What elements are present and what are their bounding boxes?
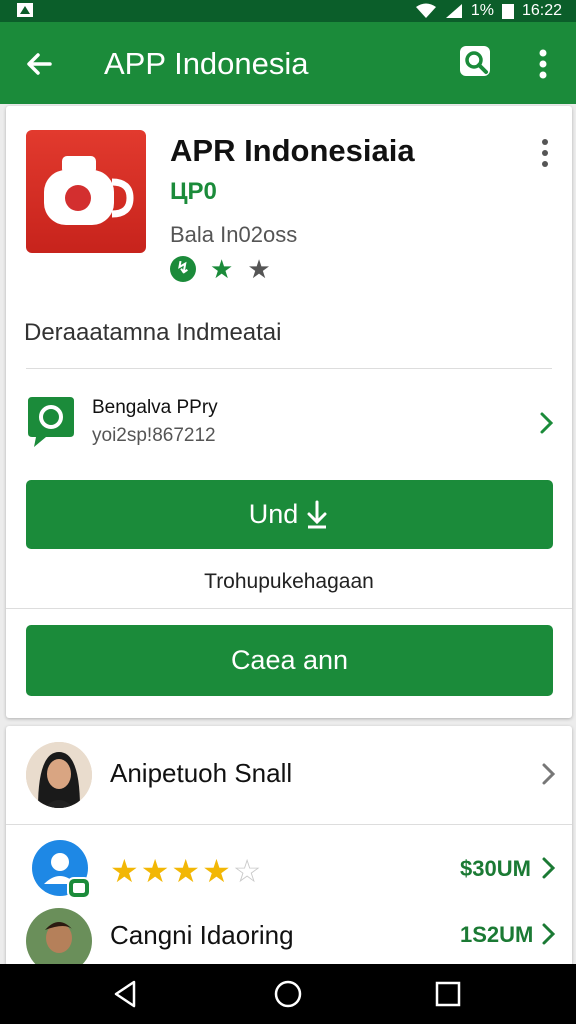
divider bbox=[6, 608, 572, 609]
battery-icon bbox=[501, 3, 514, 19]
notification-icon bbox=[17, 3, 33, 17]
star-outline-icon: ☆ bbox=[232, 853, 264, 889]
permission-title: Bengalva PPry bbox=[92, 397, 218, 418]
star-icon: ★ bbox=[247, 254, 271, 284]
nav-back-icon[interactable] bbox=[108, 976, 144, 1012]
rating-badge-icon: ↯ bbox=[170, 256, 196, 282]
search-icon[interactable] bbox=[456, 42, 496, 82]
app-developer: Bala In02oss bbox=[170, 222, 298, 247]
divider bbox=[26, 368, 552, 369]
chevron-right-icon bbox=[542, 857, 556, 879]
app-bar: APP Indonesia bbox=[0, 22, 576, 104]
list-item[interactable]: Anipetuoh Snall bbox=[6, 726, 572, 826]
download-icon bbox=[307, 500, 327, 528]
install-caption: Trohupukehagaan bbox=[204, 570, 374, 593]
chevron-right-icon bbox=[540, 412, 554, 434]
related-list: Anipetuoh Snall ★★★★☆ $30UM Cangni Idaor… bbox=[6, 726, 572, 966]
list-item-label: Cangni Idaoring bbox=[110, 920, 294, 950]
star-rating: ★★★★☆ bbox=[110, 852, 263, 890]
back-arrow-icon[interactable] bbox=[18, 42, 62, 86]
avatar bbox=[26, 908, 92, 966]
nav-home-icon[interactable] bbox=[270, 976, 306, 1012]
permission-row[interactable]: Bengalva PPry yoi2sp!867212 bbox=[6, 381, 572, 471]
app-detail-card: APR Indonesiaia ЦP0 Bala In02oss ↯ ★ ★ D… bbox=[6, 106, 572, 718]
chevron-right-icon bbox=[542, 763, 556, 785]
contact-badge-icon bbox=[32, 840, 91, 899]
nav-recents-icon[interactable] bbox=[430, 976, 466, 1012]
avatar bbox=[26, 742, 92, 808]
cancel-button-label: Caea ann bbox=[230, 645, 349, 675]
install-button[interactable]: Und bbox=[26, 480, 553, 549]
list-item-price: $30UM bbox=[460, 856, 531, 881]
app-name: APR Indonesiaia bbox=[170, 133, 415, 168]
clock: 16:22 bbox=[521, 2, 562, 19]
wifi-icon bbox=[415, 3, 436, 18]
chat-bubble-icon bbox=[28, 397, 74, 447]
list-item[interactable]: ★★★★☆ $30UM bbox=[6, 826, 572, 906]
status-bar: 1% 16:22 bbox=[0, 0, 576, 22]
more-vert-icon[interactable] bbox=[526, 44, 560, 84]
camera-icon bbox=[44, 156, 134, 225]
star-icon: ★ bbox=[202, 853, 233, 889]
star-icon: ★ bbox=[110, 853, 141, 889]
app-icon bbox=[26, 130, 146, 253]
app-description: Deraaatamna Indmeatai bbox=[24, 319, 282, 346]
chevron-right-icon bbox=[542, 923, 556, 945]
list-item-price: 1S2UM bbox=[460, 922, 534, 947]
more-vert-icon[interactable] bbox=[534, 136, 556, 170]
divider bbox=[6, 824, 572, 825]
rating-row: ↯ ★ ★ bbox=[170, 256, 271, 282]
navigation-bar bbox=[0, 964, 576, 1024]
cancel-button[interactable]: Caea ann bbox=[26, 625, 553, 696]
signal-icon bbox=[445, 4, 462, 18]
app-bar-title: APP Indonesia bbox=[104, 46, 309, 81]
list-item[interactable]: Cangni Idaoring 1S2UM bbox=[6, 902, 572, 966]
app-price: ЦP0 bbox=[170, 178, 217, 205]
permission-subtitle: yoi2sp!867212 bbox=[92, 425, 216, 446]
star-icon: ★ bbox=[210, 254, 234, 284]
list-item-label: Anipetuoh Snall bbox=[110, 758, 293, 788]
battery-percent: 1% bbox=[470, 2, 494, 19]
install-button-label: Und bbox=[248, 499, 299, 529]
star-icon: ★ bbox=[140, 853, 172, 889]
star-icon: ★ bbox=[171, 853, 203, 889]
